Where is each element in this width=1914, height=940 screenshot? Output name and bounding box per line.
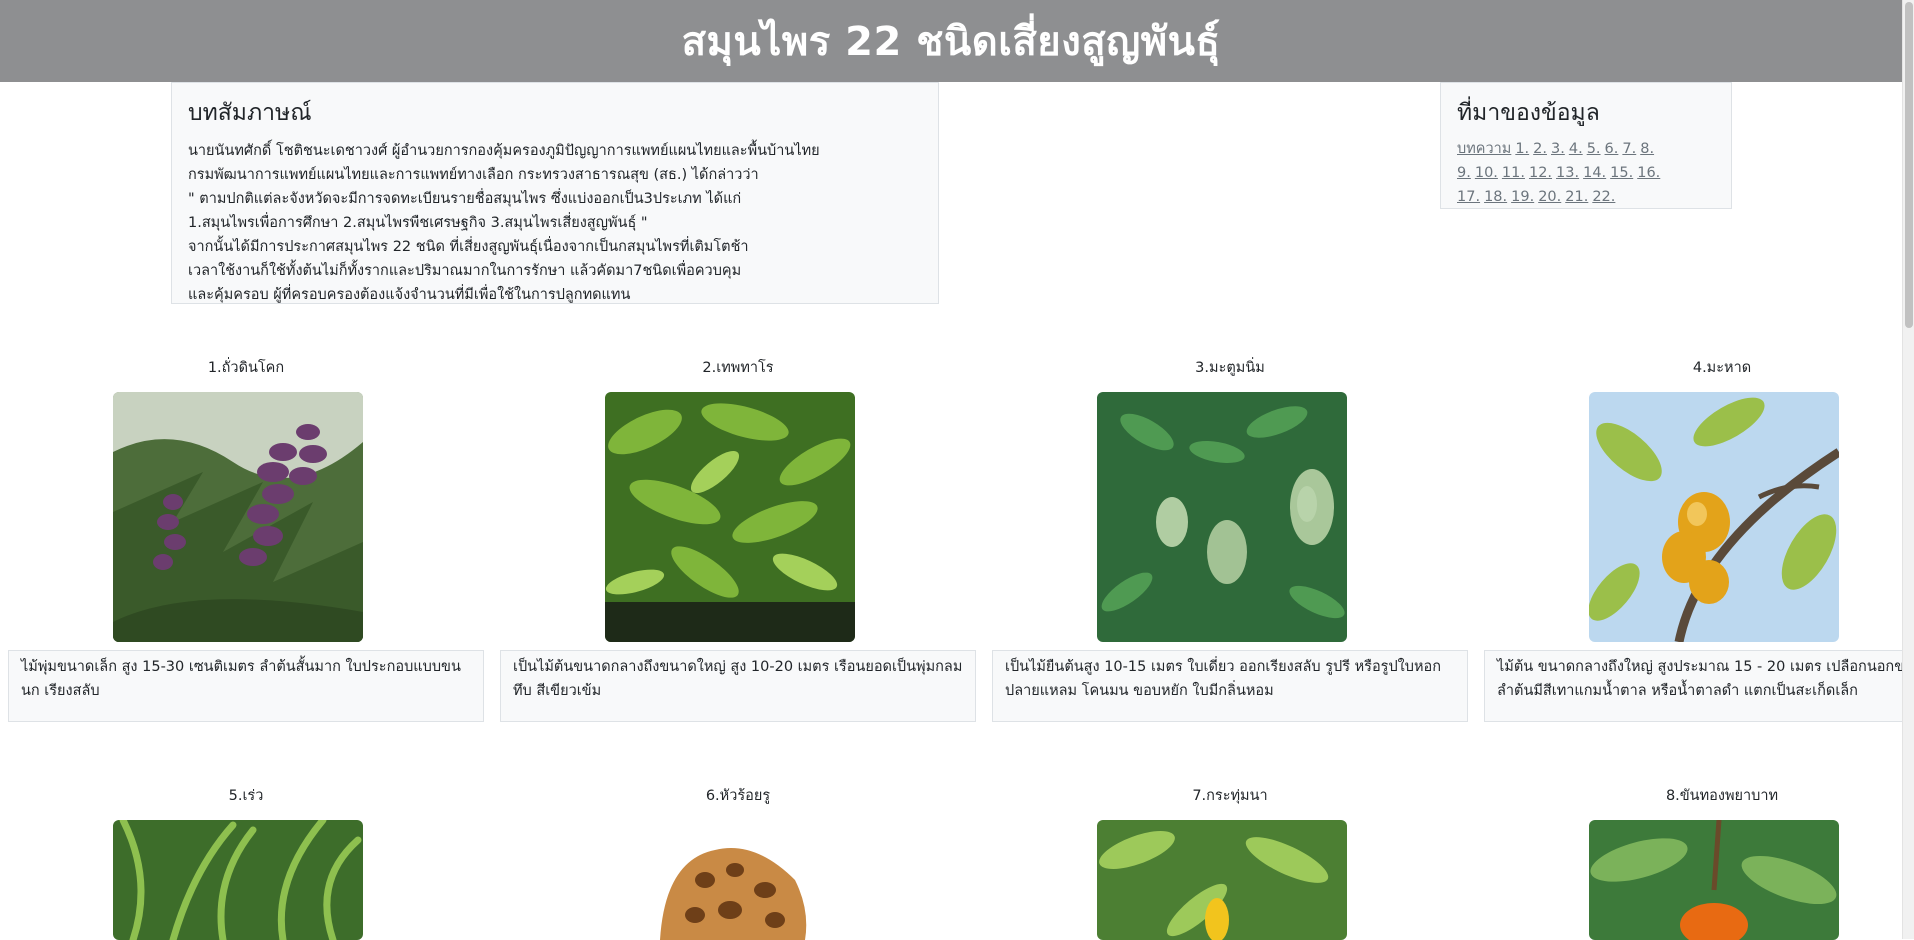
source-link-14[interactable]: 14. (1583, 165, 1606, 181)
source-link-3[interactable]: 3. (1551, 141, 1565, 157)
interview-heading: บทสัมภาษณ์ (188, 100, 312, 126)
herb-description: เป็นไม้ต้นขนาดกลางถึงขนาดใหญ่ สูง 10-20 … (500, 650, 976, 722)
source-link-7[interactable]: 7. (1622, 141, 1636, 157)
interview-text: นายนันทศักดิ์ โชติชนะเดชาวงศ์ ผู้อำนวยกา… (188, 139, 922, 307)
sources-panel: ที่มาของข้อมูล บทความ 1. 2. 3. 4. 5. 6. 7. 8. 9.… (1440, 82, 1732, 209)
yellow-flower-leaves-photo (1097, 820, 1347, 940)
green-grass-plant-photo (113, 820, 363, 940)
interview-line: และคุ้มครอบ ผู้ที่ครอบครองต้องแจ้งจำนวนท… (188, 287, 631, 303)
orange-fruit-branch-photo (1589, 392, 1839, 642)
interview-line: จากนั้นได้มีการประกาศสมุนไพร 22 ชนิด ที่… (188, 239, 749, 255)
source-link-5[interactable]: 5. (1587, 141, 1601, 157)
source-link-8[interactable]: 8. (1640, 141, 1654, 157)
orange-fruit-leaves-photo (1589, 820, 1839, 940)
source-link-9[interactable]: 9. (1457, 165, 1471, 181)
herb-title: 2.เทพทาโร (702, 360, 774, 376)
page-header: สมุนไพร 22 ชนิดเสี่ยงสูญพันธุ์ (0, 0, 1902, 82)
interview-line: กรมพัฒนาการแพทย์แผนไทยและการแพทย์ทางเลือ… (188, 167, 759, 183)
herb-title: 5.เร่ว (228, 788, 264, 804)
interview-line: เวลาใช้งานก็ใช้ทั้งต้นไม่ก็ทั้งรากและปริ… (188, 263, 742, 279)
herb-description: ไม้ต้น ขนาดกลางถึงใหญ่ สูงประมาณ 15 - 20… (1484, 650, 1914, 722)
source-link-10[interactable]: 10. (1475, 165, 1498, 181)
herb-title: 7.กระทุ่มนา (1192, 788, 1268, 804)
source-link-11[interactable]: 11. (1502, 165, 1525, 181)
source-link-2[interactable]: 2. (1533, 141, 1547, 157)
source-link-15[interactable]: 15. (1610, 165, 1633, 181)
interview-line: 1.สมุนไพรเพื่อการศึกษา 2.สมุนไพรพืชเศรษฐ… (188, 215, 648, 231)
source-link-13[interactable]: 13. (1556, 165, 1579, 181)
interview-panel: บทสัมภาษณ์ นายนันทศักดิ์ โชติชนะเดชาวงศ์… (171, 82, 939, 304)
herb-title: 4.มะหาด (1692, 360, 1752, 376)
scrollbar-thumb[interactable] (1905, 2, 1913, 328)
source-link-18[interactable]: 18. (1484, 189, 1507, 205)
source-link-16[interactable]: 16. (1637, 165, 1660, 181)
herb-description: ไม้พุ่มขนาดเล็ก สูง 15-30 เซนติเมตร ลำต้… (8, 650, 484, 722)
source-link-22[interactable]: 22. (1592, 189, 1615, 205)
herb-title: 1.ถั่วดินโคก (207, 360, 285, 376)
herb-title: 3.มะตูมนิ่ม (1195, 360, 1265, 376)
source-link-article[interactable]: บทความ (1457, 141, 1511, 157)
green-fruit-tree-photo (1097, 392, 1347, 642)
porous-tuber-photo (605, 820, 855, 940)
herb-description: เป็นไม้ยืนต้นสูง 10-15 เมตร ใบเดี่ยว ออก… (992, 650, 1468, 722)
purple-flower-plant-photo (113, 392, 363, 642)
source-link-4[interactable]: 4. (1569, 141, 1583, 157)
source-links: บทความ 1. 2. 3. 4. 5. 6. 7. 8. 9. 10. 11. 12. 13. 14.… (1457, 137, 1660, 209)
interview-line: " ตามปกติแต่ละจังหวัดจะมีการจดทะเบียนราย… (188, 191, 742, 207)
source-link-17[interactable]: 17. (1457, 189, 1480, 205)
source-link-6[interactable]: 6. (1605, 141, 1619, 157)
page-title: สมุนไพร 22 ชนิดเสี่ยงสูญพันธุ์ (681, 19, 1221, 65)
herb-title: 8.ขันทองพยาบาท (1665, 788, 1779, 804)
source-link-20[interactable]: 20. (1538, 189, 1561, 205)
herb-title: 6.หัวร้อยรู (705, 788, 771, 804)
source-link-19[interactable]: 19. (1511, 189, 1534, 205)
source-link-12[interactable]: 12. (1529, 165, 1552, 181)
green-shrub-photo (605, 392, 855, 642)
source-link-21[interactable]: 21. (1565, 189, 1588, 205)
source-link-1[interactable]: 1. (1515, 141, 1529, 157)
sources-heading: ที่มาของข้อมูล (1457, 100, 1600, 126)
interview-line: นายนันทศักดิ์ โชติชนะเดชาวงศ์ ผู้อำนวยกา… (188, 143, 820, 159)
page-scrollbar[interactable] (1902, 0, 1914, 939)
